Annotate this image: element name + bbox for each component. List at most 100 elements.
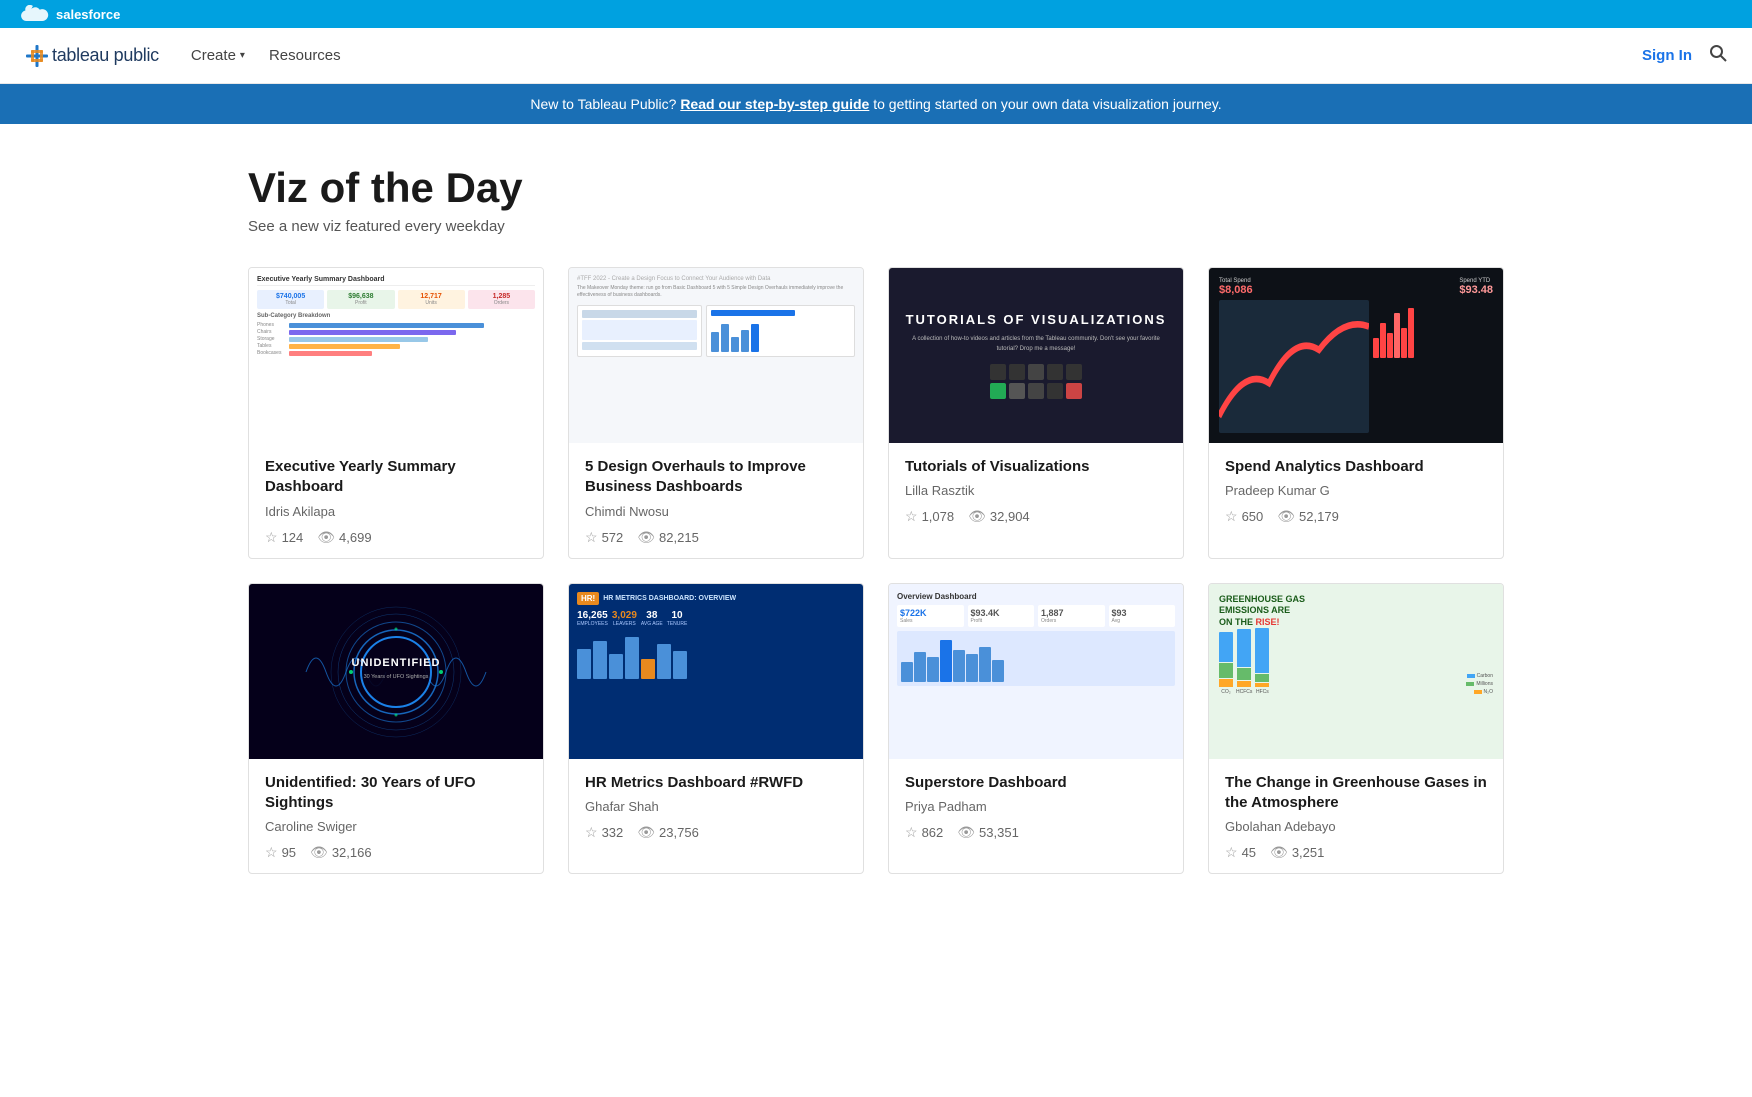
card-title-spend: Spend Analytics Dashboard xyxy=(1225,457,1487,477)
card-body-greenhouse: The Change in Greenhouse Gases in the At… xyxy=(1209,759,1503,874)
thumbnail-design: #TFF 2022 - Create a Design Focus to Con… xyxy=(569,268,863,443)
thumbnail-spend: Total Spend $8,086 Spend YTD $93.48 xyxy=(1209,268,1503,443)
view-stat-design: 👁 82,215 xyxy=(637,529,699,546)
star-count-spend: 650 xyxy=(1242,509,1264,524)
view-stat-superstore: 👁 53,351 xyxy=(957,824,1019,841)
promo-banner: New to Tableau Public? Read our step-by-… xyxy=(0,84,1752,124)
card-title-superstore: Superstore Dashboard xyxy=(905,773,1167,793)
star-stat-ufo: ☆ 95 xyxy=(265,844,296,861)
card-body-design: 5 Design Overhauls to Improve Business D… xyxy=(569,443,863,558)
thumbnail-tutorials: TUTORIALS OF VISUALIZATIONS A collection… xyxy=(889,268,1183,443)
nav-links: Create ▾ Resources xyxy=(191,47,1642,64)
viz-card-superstore[interactable]: Overview Dashboard $722K Sales $93.4K Pr… xyxy=(888,583,1184,875)
viz-card-spend[interactable]: Total Spend $8,086 Spend YTD $93.48 xyxy=(1208,267,1504,559)
card-stats-spend: ☆ 650 👁 52,179 xyxy=(1225,508,1487,525)
star-count-greenhouse: 45 xyxy=(1242,845,1256,860)
star-stat-spend: ☆ 650 xyxy=(1225,508,1263,525)
eye-icon: 👁 xyxy=(1270,844,1288,861)
view-count-spend: 52,179 xyxy=(1299,509,1339,524)
page-title: Viz of the Day xyxy=(248,164,1504,212)
view-count-hr: 23,756 xyxy=(659,825,699,840)
create-chevron-icon: ▾ xyxy=(240,50,245,61)
banner-link[interactable]: Read our step-by-step guide xyxy=(680,96,869,112)
view-stat-tutorials: 👁 32,904 xyxy=(968,508,1030,525)
card-stats-tutorials: ☆ 1,078 👁 32,904 xyxy=(905,508,1167,525)
viz-card-design[interactable]: #TFF 2022 - Create a Design Focus to Con… xyxy=(568,267,864,559)
eye-icon: 👁 xyxy=(310,844,328,861)
star-count-exec: 124 xyxy=(282,530,304,545)
card-title-exec-summary: Executive Yearly Summary Dashboard xyxy=(265,457,527,498)
card-title-tutorials: Tutorials of Visualizations xyxy=(905,457,1167,477)
svg-text:UNIDENTIFIED: UNIDENTIFIED xyxy=(352,657,441,669)
view-stat-exec: 👁 4,699 xyxy=(317,529,371,546)
tableau-logo[interactable]: tableau public xyxy=(24,43,159,69)
star-count-tutorials: 1,078 xyxy=(922,509,955,524)
star-icon: ☆ xyxy=(265,529,278,546)
view-stat-hr: 👁 23,756 xyxy=(637,824,699,841)
card-body-superstore: Superstore Dashboard Priya Padham ☆ 862 … xyxy=(889,759,1183,853)
star-stat-superstore: ☆ 862 xyxy=(905,824,943,841)
card-title-design: 5 Design Overhauls to Improve Business D… xyxy=(585,457,847,498)
thumbnail-hr: HR! HR METRICS DASHBOARD: OVERVIEW 16,26… xyxy=(569,584,863,759)
star-stat-design: ☆ 572 xyxy=(585,529,623,546)
sign-in-button[interactable]: Sign In xyxy=(1642,47,1692,64)
star-icon: ☆ xyxy=(1225,844,1238,861)
eye-icon: 👁 xyxy=(968,508,986,525)
viz-card-exec-summary[interactable]: Executive Yearly Summary Dashboard $740,… xyxy=(248,267,544,559)
card-stats-superstore: ☆ 862 👁 53,351 xyxy=(905,824,1167,841)
nav-resources[interactable]: Resources xyxy=(269,47,341,64)
viz-card-greenhouse[interactable]: GREENHOUSE GASEMISSIONS AREON THE RISE! … xyxy=(1208,583,1504,875)
star-stat-hr: ☆ 332 xyxy=(585,824,623,841)
card-author-superstore: Priya Padham xyxy=(905,799,1167,814)
view-count-ufo: 32,166 xyxy=(332,845,372,860)
main-navigation: tableau public Create ▾ Resources Sign I… xyxy=(0,28,1752,84)
card-stats-design: ☆ 572 👁 82,215 xyxy=(585,529,847,546)
card-stats-ufo: ☆ 95 👁 32,166 xyxy=(265,844,527,861)
card-body-exec-summary: Executive Yearly Summary Dashboard Idris… xyxy=(249,443,543,558)
view-count-greenhouse: 3,251 xyxy=(1292,845,1325,860)
card-body-spend: Spend Analytics Dashboard Pradeep Kumar … xyxy=(1209,443,1503,537)
star-icon: ☆ xyxy=(905,508,918,525)
card-title-ufo: Unidentified: 30 Years of UFO Sightings xyxy=(265,773,527,814)
thumbnail-exec-summary: Executive Yearly Summary Dashboard $740,… xyxy=(249,268,543,443)
main-content: Viz of the Day See a new viz featured ev… xyxy=(216,124,1536,914)
star-stat-tutorials: ☆ 1,078 xyxy=(905,508,954,525)
card-body-hr: HR Metrics Dashboard #RWFD Ghafar Shah ☆… xyxy=(569,759,863,853)
viz-card-ufo[interactable]: UNIDENTIFIED 30 Years of UFO Sightings U… xyxy=(248,583,544,875)
card-author-tutorials: Lilla Rasztik xyxy=(905,483,1167,498)
card-author-ufo: Caroline Swiger xyxy=(265,819,527,834)
card-author-design: Chimdi Nwosu xyxy=(585,504,847,519)
star-icon: ☆ xyxy=(585,529,598,546)
view-stat-greenhouse: 👁 3,251 xyxy=(1270,844,1324,861)
nav-create[interactable]: Create ▾ xyxy=(191,47,245,64)
viz-card-tutorials[interactable]: TUTORIALS OF VISUALIZATIONS A collection… xyxy=(888,267,1184,559)
thumbnail-superstore: Overview Dashboard $722K Sales $93.4K Pr… xyxy=(889,584,1183,759)
viz-card-hr[interactable]: HR! HR METRICS DASHBOARD: OVERVIEW 16,26… xyxy=(568,583,864,875)
card-title-hr: HR Metrics Dashboard #RWFD xyxy=(585,773,847,793)
star-icon: ☆ xyxy=(1225,508,1238,525)
star-stat-exec: ☆ 124 xyxy=(265,529,303,546)
card-author-greenhouse: Gbolahan Adebayo xyxy=(1225,819,1487,834)
nav-right: Sign In xyxy=(1642,43,1728,68)
card-title-greenhouse: The Change in Greenhouse Gases in the At… xyxy=(1225,773,1487,814)
star-icon: ☆ xyxy=(265,844,278,861)
salesforce-text: salesforce xyxy=(56,7,120,22)
star-count-design: 572 xyxy=(602,530,624,545)
star-count-superstore: 862 xyxy=(922,825,944,840)
eye-icon: 👁 xyxy=(637,529,655,546)
eye-icon: 👁 xyxy=(1277,508,1295,525)
eye-icon: 👁 xyxy=(957,824,975,841)
card-stats-greenhouse: ☆ 45 👁 3,251 xyxy=(1225,844,1487,861)
card-body-ufo: Unidentified: 30 Years of UFO Sightings … xyxy=(249,759,543,874)
card-author-exec-summary: Idris Akilapa xyxy=(265,504,527,519)
view-count-tutorials: 32,904 xyxy=(990,509,1030,524)
view-stat-spend: 👁 52,179 xyxy=(1277,508,1339,525)
eye-icon: 👁 xyxy=(637,824,655,841)
star-icon: ☆ xyxy=(905,824,918,841)
search-icon-button[interactable] xyxy=(1708,43,1728,68)
thumbnail-ufo: UNIDENTIFIED 30 Years of UFO Sightings xyxy=(249,584,543,759)
star-count-hr: 332 xyxy=(602,825,624,840)
card-stats-exec-summary: ☆ 124 👁 4,699 xyxy=(265,529,527,546)
page-subtitle: See a new viz featured every weekday xyxy=(248,218,1504,235)
card-body-tutorials: Tutorials of Visualizations Lilla Raszti… xyxy=(889,443,1183,537)
